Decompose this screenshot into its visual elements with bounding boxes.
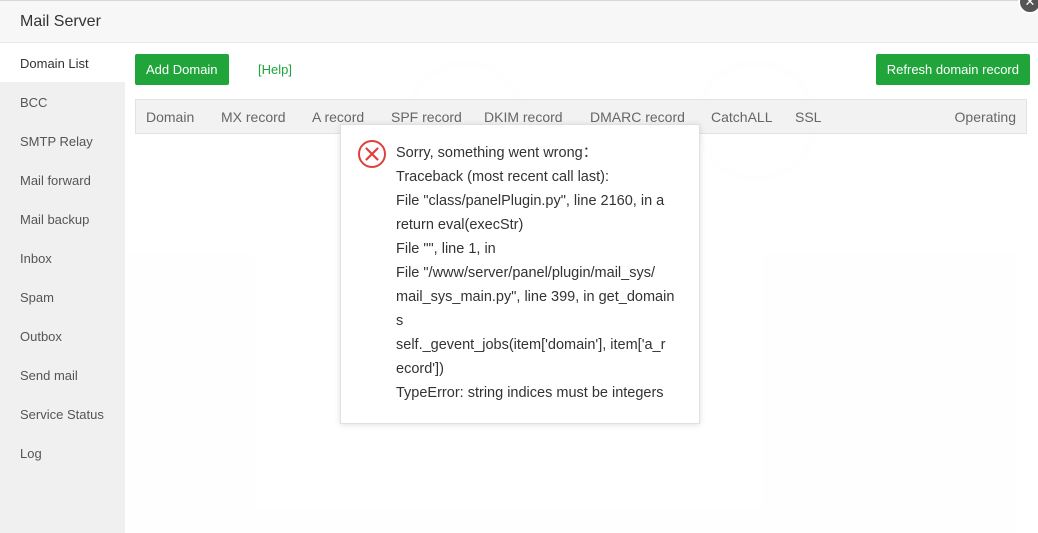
sidebar: Domain List BCC SMTP Relay Mail forward … <box>0 43 125 533</box>
sidebar-item-send-mail[interactable]: Send mail <box>0 355 125 394</box>
error-message-line: File "", line 1, in <box>396 241 496 257</box>
column-header-dmarc-record: DMARC record <box>590 109 685 125</box>
column-header-ssl: SSL <box>795 109 822 125</box>
error-message-line: File "/www/server/panel/plugin/mail_sys/ <box>396 265 655 281</box>
error-icon <box>358 140 386 168</box>
column-header-dkim-record: DKIM record <box>484 109 563 125</box>
error-message-line: return eval(execStr) <box>396 217 524 233</box>
sidebar-item-service-status[interactable]: Service Status <box>0 394 125 433</box>
sidebar-item-mail-backup[interactable]: Mail backup <box>0 199 125 238</box>
error-message-line: self._gevent_jobs(item['domain'], item['… <box>396 337 666 353</box>
sidebar-item-domain-list[interactable]: Domain List <box>0 43 125 82</box>
column-header-spf-record: SPF record <box>391 109 462 125</box>
refresh-domain-record-button[interactable]: Refresh domain record <box>875 54 1030 85</box>
sidebar-item-spam[interactable]: Spam <box>0 277 125 316</box>
column-header-mx-record: MX record <box>221 109 286 125</box>
error-message-line: s <box>396 313 404 329</box>
column-header-operating: Operating <box>954 109 1016 125</box>
window-title: Mail Server <box>20 13 101 30</box>
column-header-domain: Domain <box>146 109 195 125</box>
column-header-catchall: CatchALL <box>711 109 773 125</box>
sidebar-item-outbox[interactable]: Outbox <box>0 316 125 355</box>
error-dialog: Sorry, something went wrong： Traceback (… <box>340 124 700 424</box>
sidebar-item-mail-forward[interactable]: Mail forward <box>0 160 125 199</box>
error-message: Sorry, something went wrong： Traceback (… <box>396 141 691 405</box>
add-domain-button[interactable]: Add Domain <box>135 54 229 85</box>
mail-server-window: Mail Server ✕ Domain List BCC SMTP Relay… <box>0 0 1038 533</box>
sidebar-item-smtp-relay[interactable]: SMTP Relay <box>0 121 125 160</box>
error-message-line: ecord']) <box>396 361 444 377</box>
window-titlebar: Mail Server <box>0 0 1038 43</box>
sidebar-item-inbox[interactable]: Inbox <box>0 238 125 277</box>
error-message-line: mail_sys_main.py", line 399, in get_doma… <box>396 289 675 305</box>
column-header-a-record: A record <box>312 109 365 125</box>
error-message-line: Sorry, something went wrong： <box>396 145 598 161</box>
sidebar-item-log[interactable]: Log <box>0 433 125 472</box>
help-link[interactable]: [Help] <box>258 62 292 77</box>
sidebar-item-bcc[interactable]: BCC <box>0 82 125 121</box>
error-message-line: Traceback (most recent call last): <box>396 169 609 185</box>
error-message-line: File "class/panelPlugin.py", line 2160, … <box>396 193 665 209</box>
error-message-line: TypeError: string indices must be intege… <box>396 385 664 401</box>
